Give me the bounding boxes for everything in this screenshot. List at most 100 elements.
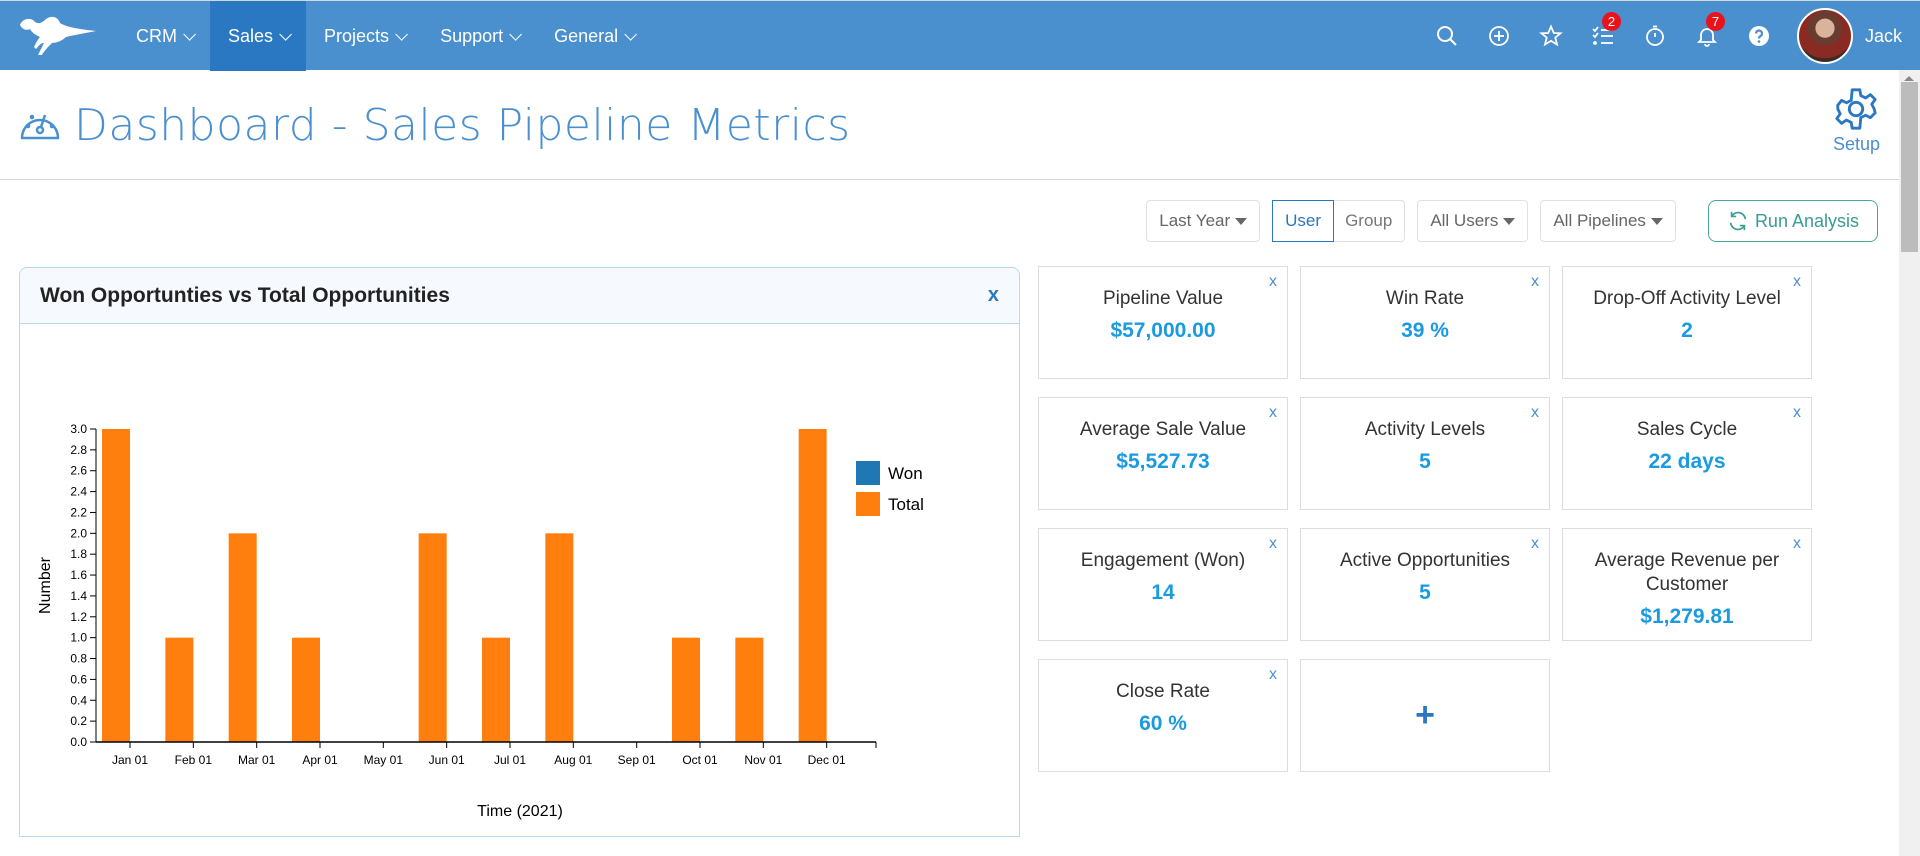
- nav-support-label: Support: [440, 25, 504, 46]
- metric-value: 22 days: [1648, 450, 1726, 473]
- metric-label: Active Opportunities: [1339, 550, 1511, 571]
- nav-support[interactable]: Support: [422, 1, 536, 71]
- y-tick-label: 0.6: [70, 672, 87, 686]
- x-tick-label: Feb 01: [175, 753, 213, 767]
- caret-down-icon: [1650, 217, 1663, 225]
- pipelines-value: All Pipelines: [1553, 211, 1646, 230]
- x-tick-label: Mar 01: [238, 753, 276, 767]
- y-tick-label: 0.8: [70, 652, 87, 666]
- nav-projects[interactable]: Projects: [306, 1, 422, 71]
- bar-total: [545, 533, 574, 742]
- bell-icon[interactable]: 7: [1681, 1, 1733, 71]
- tasks-badge: 2: [1601, 12, 1621, 31]
- pipelines-dropdown[interactable]: All Pipelines: [1540, 200, 1676, 242]
- scope-group[interactable]: Group: [1333, 201, 1404, 241]
- metric-card[interactable]: x Engagement (Won) 14: [1038, 528, 1288, 641]
- legend-swatch-total: [856, 492, 880, 516]
- remove-metric-button[interactable]: x: [1269, 273, 1277, 291]
- x-tick-label: Jul 01: [494, 753, 526, 767]
- metric-card[interactable]: x Close Rate 60 %: [1038, 659, 1288, 772]
- metric-card[interactable]: x Activity Levels 5: [1300, 397, 1550, 510]
- metric-label: Pipeline Value: [1102, 288, 1224, 309]
- help-icon[interactable]: [1733, 1, 1785, 71]
- scroll-up-arrow-icon[interactable]: [1904, 76, 1914, 81]
- nav-actions: 2 7 Jack: [1421, 1, 1920, 71]
- remove-metric-button[interactable]: x: [1531, 535, 1539, 553]
- gear-icon: [1835, 88, 1878, 130]
- remove-metric-button[interactable]: x: [1269, 535, 1277, 553]
- chevron-down-icon: [183, 27, 196, 41]
- nav-crm[interactable]: CRM: [118, 1, 210, 71]
- tasks-icon[interactable]: 2: [1577, 1, 1629, 71]
- x-tick-label: Jun 01: [429, 753, 465, 767]
- user-menu[interactable]: Jack: [1796, 8, 1902, 64]
- close-chart-button[interactable]: x: [988, 284, 999, 307]
- add-circle-icon[interactable]: [1473, 1, 1525, 71]
- run-analysis-button[interactable]: Run Analysis: [1707, 200, 1878, 242]
- star-icon[interactable]: [1525, 1, 1577, 71]
- filter-bar: Last Year User Group All Users All Pipel…: [1146, 200, 1878, 242]
- y-tick-label: 1.0: [70, 631, 87, 645]
- bar-total: [482, 637, 510, 742]
- bar-total: [292, 637, 320, 742]
- caret-down-icon: [1235, 217, 1248, 225]
- remove-metric-button[interactable]: x: [1793, 535, 1801, 553]
- metric-value: $1,279.81: [1640, 605, 1734, 628]
- scroll-thumb[interactable]: [1901, 82, 1918, 252]
- remove-metric-button[interactable]: x: [1531, 273, 1539, 291]
- user-name: Jack: [1864, 25, 1902, 46]
- metric-card[interactable]: x Sales Cycle 22 days: [1562, 397, 1812, 510]
- period-value: Last Year: [1159, 211, 1231, 230]
- metric-card[interactable]: x Win Rate 39 %: [1300, 266, 1550, 379]
- bar-total: [228, 533, 257, 742]
- y-tick-label: 2.4: [70, 485, 87, 499]
- y-tick-label: 1.4: [70, 589, 87, 603]
- chart-title: Won Opportunties vs Total Opportunities: [40, 283, 450, 307]
- x-tick-label: Oct 01: [682, 753, 718, 767]
- remove-metric-button[interactable]: x: [1531, 404, 1539, 422]
- users-value: All Users: [1430, 211, 1499, 230]
- bar-total: [798, 429, 827, 742]
- x-tick-label: Dec 01: [808, 753, 846, 767]
- metric-label: Average Sale Value: [1079, 419, 1247, 440]
- remove-metric-button[interactable]: x: [1269, 404, 1277, 422]
- metric-card[interactable]: x Active Opportunities 5: [1300, 528, 1550, 641]
- remove-metric-button[interactable]: x: [1793, 273, 1801, 291]
- nav-general[interactable]: General: [536, 1, 651, 71]
- dashboard-gauge-icon: [20, 114, 60, 140]
- y-tick-label: 2.0: [70, 526, 87, 540]
- bar-total: [102, 429, 130, 742]
- users-dropdown[interactable]: All Users: [1417, 200, 1529, 242]
- camel-logo[interactable]: [16, 13, 100, 59]
- setup-button[interactable]: Setup: [1833, 86, 1880, 155]
- metric-card[interactable]: x Drop-Off Activity Level 2: [1562, 266, 1812, 379]
- search-icon[interactable]: [1421, 1, 1473, 71]
- x-axis-label: Time (2021): [477, 803, 563, 820]
- metric-value: 2: [1681, 319, 1693, 342]
- period-dropdown[interactable]: Last Year: [1146, 200, 1261, 242]
- scope-user[interactable]: User: [1272, 200, 1335, 242]
- metric-card[interactable]: x Average Revenue per Customer $1,279.81: [1562, 528, 1812, 641]
- bar-total: [735, 637, 764, 742]
- nav-general-label: General: [554, 25, 619, 46]
- remove-metric-button[interactable]: x: [1269, 666, 1277, 684]
- page-title: Dashboard - Sales Pipeline Metrics: [74, 100, 851, 151]
- y-tick-label: 2.6: [70, 464, 87, 478]
- metric-value: $5,527.73: [1116, 450, 1210, 473]
- legend-label-won: Won: [888, 464, 923, 483]
- remove-metric-button[interactable]: x: [1793, 404, 1801, 422]
- y-tick-label: 0.0: [70, 735, 87, 749]
- nav-sales[interactable]: Sales: [210, 1, 307, 71]
- metric-card[interactable]: x Average Sale Value $5,527.73: [1038, 397, 1288, 510]
- add-metric-button[interactable]: +: [1300, 659, 1550, 772]
- y-axis-label: Number: [37, 556, 54, 614]
- metric-label: Drop-Off Activity Level: [1593, 288, 1781, 309]
- page-scrollbar[interactable]: [1899, 70, 1920, 856]
- nav-crm-label: CRM: [136, 25, 177, 46]
- metric-card[interactable]: x Pipeline Value $57,000.00: [1038, 266, 1288, 379]
- y-tick-label: 0.2: [70, 714, 87, 728]
- timer-icon[interactable]: [1629, 1, 1681, 71]
- x-tick-label: Aug 01: [554, 753, 592, 767]
- metric-value: 14: [1151, 581, 1175, 604]
- metric-label: Win Rate: [1385, 288, 1465, 309]
